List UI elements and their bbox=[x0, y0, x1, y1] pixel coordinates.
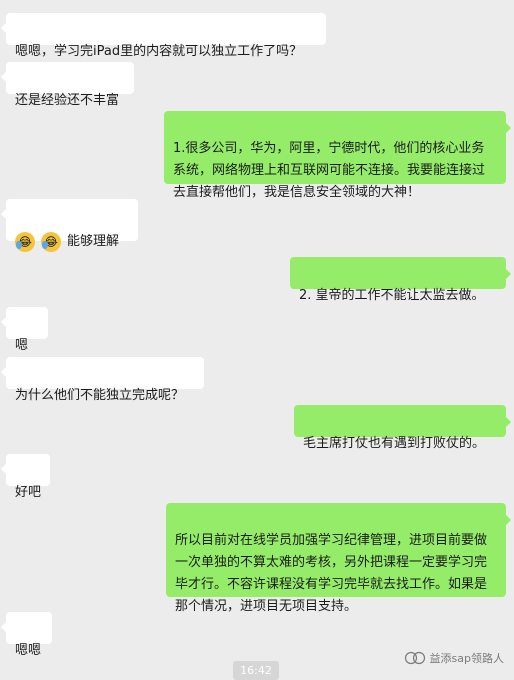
message-bubble-received[interactable]: 嗯嗯，学习完iPad里的内容就可以独立工作了吗？ bbox=[1, 13, 326, 59]
wechat-watermark: 益添sap领路人 bbox=[404, 650, 504, 666]
message-text: 好吧 bbox=[15, 485, 42, 500]
message-text: 嗯 bbox=[15, 338, 29, 353]
message-bubble-sent[interactable]: 毛主席打仗也有遇到打败仗的。 bbox=[294, 405, 511, 451]
message-bubble-received[interactable]: 😂 😂 能够理解 bbox=[1, 199, 138, 252]
message-bubble-received[interactable]: 好吧 bbox=[1, 454, 50, 500]
message-bubble-received[interactable]: 嗯嗯 bbox=[1, 612, 52, 658]
message-text: 所以目前对在线学员加强学习纪律管理，进项目前要做一次单独的不算太难的考核，另外把… bbox=[175, 533, 488, 614]
message-bubble-received[interactable]: 嗯 bbox=[1, 307, 48, 353]
message-bubble-received[interactable]: 为什么他们不能独立完成呢？ bbox=[1, 357, 204, 403]
message-bubble-sent[interactable]: 1.很多公司，华为，阿里，宁德时代，他们的核心业务系统，网络物理上和互联网可能不… bbox=[164, 111, 511, 200]
message-timestamp: 16:42 bbox=[233, 661, 279, 680]
message-text: 2. 皇帝的工作不能让太监去做。 bbox=[299, 288, 485, 303]
message-text: 1.很多公司，华为，阿里，宁德时代，他们的核心业务系统，网络物理上和互联网可能不… bbox=[173, 141, 486, 200]
message-bubble-received[interactable]: 还是经验还不丰富 bbox=[1, 62, 134, 108]
laugh-cry-emoji-icon: 😂 bbox=[41, 231, 61, 252]
message-text: 能够理解 bbox=[67, 234, 120, 249]
wechat-official-account-icon bbox=[404, 651, 426, 665]
message-text: 毛主席打仗也有遇到打败仗的。 bbox=[303, 436, 486, 451]
message-bubble-sent[interactable]: 2. 皇帝的工作不能让太监去做。 bbox=[290, 257, 511, 303]
message-bubble-sent[interactable]: 所以目前对在线学员加强学习纪律管理，进项目前要做一次单独的不算太难的考核，另外把… bbox=[166, 503, 511, 614]
watermark-text: 益添sap领路人 bbox=[429, 652, 504, 665]
laugh-cry-emoji-icon: 😂 bbox=[15, 231, 35, 252]
message-text: 嗯嗯 bbox=[15, 643, 42, 658]
message-text: 还是经验还不丰富 bbox=[15, 93, 120, 108]
message-text: 为什么他们不能独立完成呢？ bbox=[15, 388, 185, 403]
message-text: 嗯嗯，学习完iPad里的内容就可以独立工作了吗？ bbox=[15, 44, 303, 59]
